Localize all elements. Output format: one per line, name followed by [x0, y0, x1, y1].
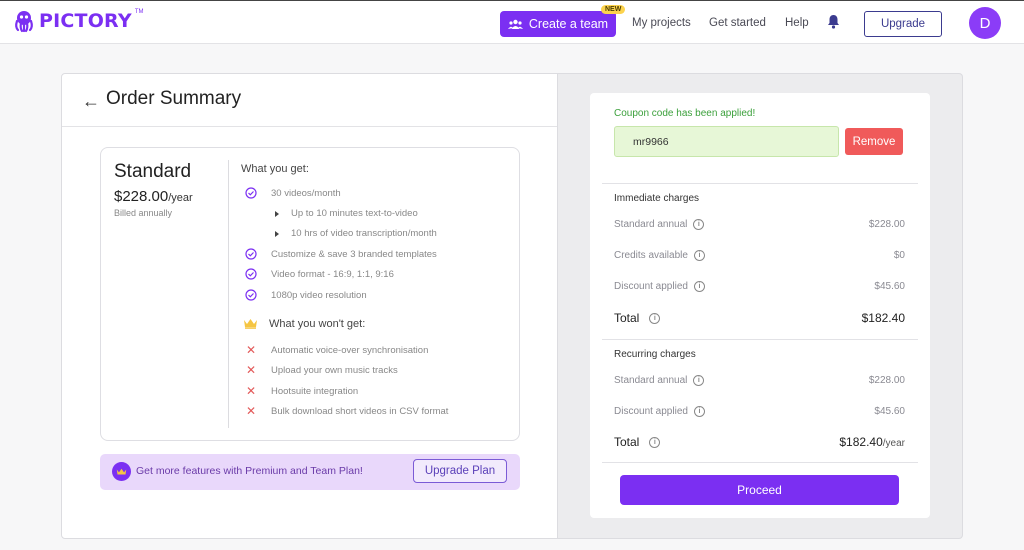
- info-icon[interactable]: i: [649, 436, 661, 448]
- recurring-total-amount: $182.40: [839, 435, 883, 449]
- feature-item: Video format - 16:9, 1:1, 9:16: [271, 269, 394, 280]
- recurring-total-row: Total i: [614, 435, 661, 449]
- excluded-feature-item: Automatic voice-over synchronisation: [271, 345, 429, 356]
- credits-row: Credits available i: [614, 250, 705, 261]
- feature-subitem: 10 hrs of video transcription/month: [291, 228, 437, 239]
- team-icon: [507, 19, 523, 29]
- cross-icon: ✕: [246, 404, 257, 418]
- promo-text: Get more features with Premium and Team …: [136, 465, 363, 477]
- logo-trademark: TM: [134, 9, 144, 15]
- nav-my-projects[interactable]: My projects: [632, 17, 691, 29]
- row-label: Credits available: [614, 250, 688, 261]
- create-team-label: Create a team: [528, 17, 609, 31]
- immediate-discount-row: Discount applied i: [614, 281, 705, 292]
- cross-icon: ✕: [246, 384, 257, 398]
- nav-help[interactable]: Help: [785, 17, 809, 29]
- recurring-standard-row: Standard annual i: [614, 375, 705, 386]
- features-included-heading: What you get:: [241, 163, 309, 175]
- immediate-charges-title: Immediate charges: [614, 193, 700, 204]
- check-circle-icon: [245, 248, 257, 260]
- order-summary-header: ← Order Summary: [62, 74, 557, 127]
- feature-subitem: Up to 10 minutes text-to-video: [291, 208, 418, 219]
- immediate-standard-value: $228.00: [868, 219, 905, 230]
- plan-details-box: Standard $228.00/year Billed annually Wh…: [100, 147, 520, 441]
- remove-coupon-button[interactable]: Remove: [845, 128, 903, 155]
- new-badge: NEW: [601, 5, 626, 14]
- recurring-total-period: /year: [882, 438, 905, 449]
- feature-item: 1080p video resolution: [271, 290, 367, 301]
- recurring-standard-value: $228.00: [868, 375, 905, 386]
- divider: [602, 183, 918, 184]
- info-icon[interactable]: i: [693, 219, 705, 230]
- divider: [228, 160, 229, 428]
- charges-card: Coupon code has been applied! mr9966 Rem…: [590, 93, 930, 518]
- coupon-code-input[interactable]: mr9966: [614, 126, 839, 157]
- bullet-triangle-icon: [275, 211, 279, 217]
- crown-badge-icon: [112, 462, 131, 481]
- back-arrow-icon[interactable]: ←: [82, 91, 100, 112]
- plan-price-amount: $228.00: [114, 188, 169, 205]
- coupon-success-message: Coupon code has been applied!: [614, 108, 756, 119]
- proceed-button[interactable]: Proceed: [620, 475, 899, 505]
- recurring-total-value: $182.40/year: [839, 435, 905, 449]
- divider: [602, 462, 918, 463]
- row-label: Standard annual: [614, 219, 688, 230]
- cross-icon: ✕: [246, 363, 257, 377]
- excluded-feature-item: Bulk download short videos in CSV format: [271, 406, 449, 417]
- billing-cycle: Billed annually: [114, 208, 173, 218]
- pictory-logo[interactable]: PICTORY TM: [12, 9, 143, 33]
- divider: [602, 339, 918, 340]
- plan-price: $228.00/year: [114, 188, 193, 205]
- info-icon[interactable]: i: [693, 406, 705, 417]
- total-label: Total: [614, 435, 640, 449]
- nav-get-started[interactable]: Get started: [709, 17, 766, 29]
- recurring-charges-title: Recurring charges: [614, 349, 696, 360]
- top-navbar: PICTORY TM Create a team NEW My projects…: [0, 0, 1024, 44]
- upgrade-plan-button[interactable]: Upgrade Plan: [413, 459, 507, 483]
- info-icon[interactable]: i: [693, 250, 705, 261]
- user-avatar[interactable]: D: [969, 7, 1001, 39]
- crown-icon: [244, 319, 257, 329]
- immediate-total-value: $182.40: [861, 311, 905, 325]
- create-team-button[interactable]: Create a team: [500, 11, 616, 37]
- logo-text: PICTORY: [39, 10, 132, 32]
- check-circle-icon: [245, 268, 257, 280]
- upgrade-button[interactable]: Upgrade: [864, 11, 942, 37]
- excluded-feature-item: Hootsuite integration: [271, 386, 359, 397]
- notification-bell-icon[interactable]: [827, 14, 840, 29]
- octopus-logo-icon: [15, 11, 33, 33]
- plan-price-period: /year: [168, 192, 193, 204]
- features-excluded-heading: What you won't get:: [269, 318, 366, 330]
- immediate-discount-value: $45.60: [874, 281, 905, 292]
- info-icon[interactable]: i: [693, 281, 705, 292]
- immediate-total-row: Total i: [614, 311, 661, 325]
- row-label: Discount applied: [614, 281, 688, 292]
- plan-name: Standard: [114, 161, 192, 182]
- row-label: Discount applied: [614, 406, 688, 417]
- info-icon[interactable]: i: [693, 375, 705, 386]
- bullet-triangle-icon: [275, 231, 279, 237]
- total-label: Total: [614, 311, 640, 325]
- cross-icon: ✕: [246, 343, 257, 357]
- upgrade-promo-banner: Get more features with Premium and Team …: [100, 454, 520, 490]
- page-title: Order Summary: [106, 88, 242, 109]
- info-icon[interactable]: i: [649, 312, 661, 324]
- credits-value: $0: [893, 250, 905, 261]
- check-circle-icon: [245, 289, 257, 301]
- recurring-discount-value: $45.60: [874, 406, 905, 417]
- row-label: Standard annual: [614, 375, 688, 386]
- excluded-feature-item: Upload your own music tracks: [271, 365, 398, 376]
- check-circle-icon: [245, 187, 257, 199]
- order-summary-card: ← Order Summary Standard $228.00/year Bi…: [61, 73, 558, 539]
- feature-item: 30 videos/month: [271, 188, 341, 199]
- recurring-discount-row: Discount applied i: [614, 406, 705, 417]
- immediate-standard-row: Standard annual i: [614, 219, 705, 230]
- feature-item: Customize & save 3 branded templates: [271, 249, 437, 260]
